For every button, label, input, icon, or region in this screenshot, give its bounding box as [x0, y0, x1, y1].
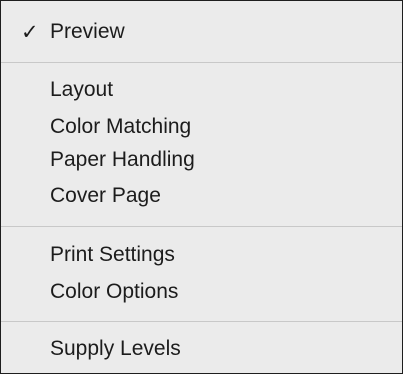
menu-item-print-settings[interactable]: Print Settings	[50, 242, 175, 268]
menu-item-color-options[interactable]: Color Options	[50, 279, 178, 305]
print-dialog-section-menu: ✓ Preview Layout Color Matching Paper Ha…	[0, 0, 403, 374]
menu-item-color-matching[interactable]: Color Matching	[50, 114, 191, 140]
menu-separator	[1, 226, 402, 227]
menu-item-preview[interactable]: Preview	[50, 19, 125, 45]
checkmark-icon: ✓	[21, 20, 39, 44]
menu-item-cover-page[interactable]: Cover Page	[50, 183, 161, 209]
menu-separator	[1, 62, 402, 63]
menu-item-supply-levels[interactable]: Supply Levels	[50, 336, 181, 362]
menu-item-layout[interactable]: Layout	[50, 77, 113, 103]
menu-item-paper-handling[interactable]: Paper Handling	[50, 147, 195, 173]
menu-separator	[1, 321, 402, 322]
